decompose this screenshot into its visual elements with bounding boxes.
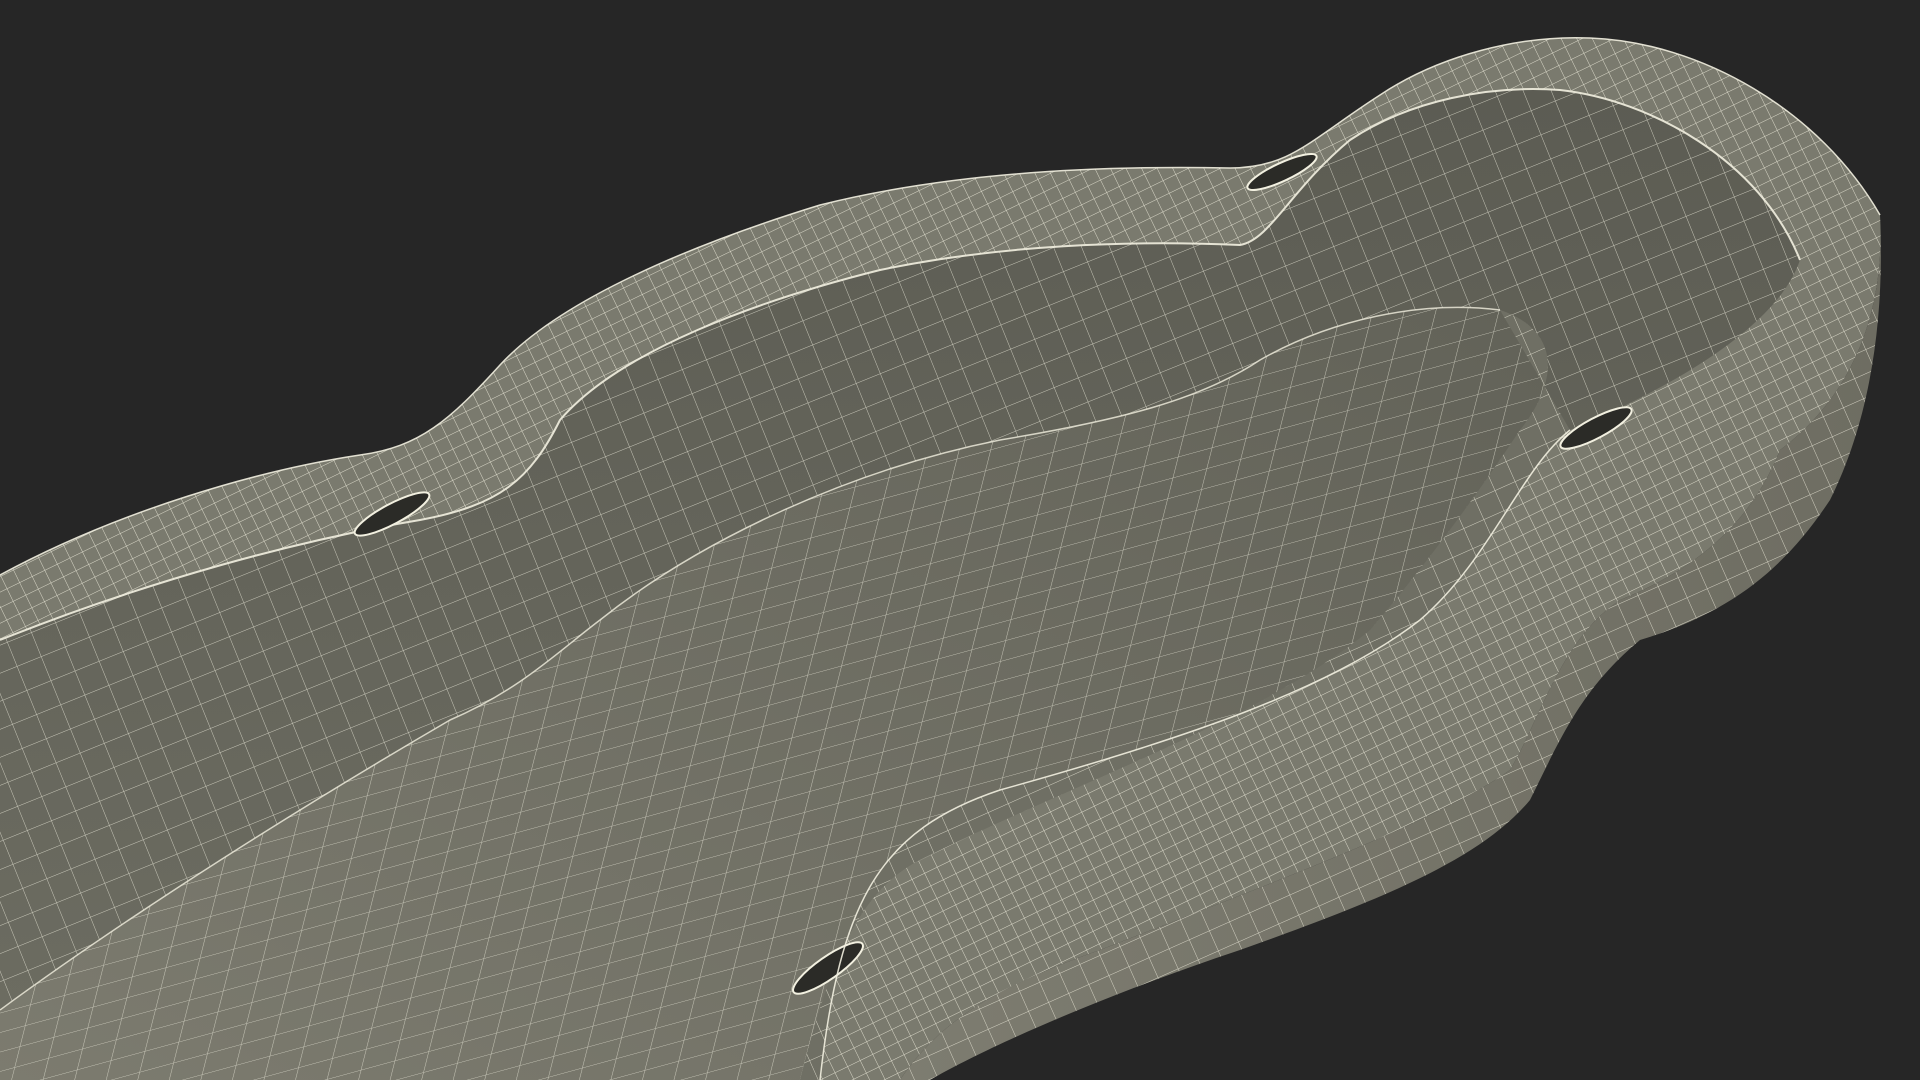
wireframe-render [0,36,1881,1080]
render-viewport [0,0,1920,1080]
